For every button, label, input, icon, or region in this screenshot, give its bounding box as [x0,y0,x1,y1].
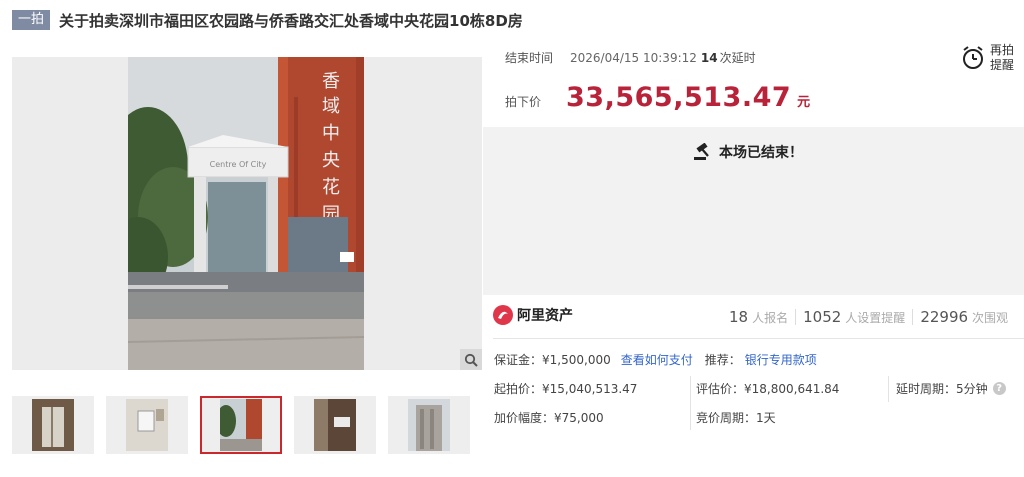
divider [493,338,1024,339]
alarm-clock-icon [963,46,983,69]
appraisal-label: 评估价： [696,382,745,396]
delay-label: 延时周期： [896,382,957,396]
auction-ended-message: 本场已结束！ [693,142,803,162]
price-unit: 元 [797,95,811,110]
how-to-pay-link[interactable]: 查看如何支付 [621,351,693,368]
views-stat: 22996 次围观 [913,308,1015,326]
divider [888,376,889,402]
reauction-remind-button[interactable]: 再拍提醒 [961,40,1021,76]
final-price-row: 拍下价 33,565,513.47 元 [505,82,810,113]
deposit-value: ¥1,500,000 [542,352,611,367]
svg-text:央: 央 [322,150,340,171]
end-time-label: 结束时间 [505,51,554,65]
divider [690,376,691,430]
deposit-label: 保证金： [494,353,543,367]
registrations-count: 18 [729,308,749,326]
bank-loan-link[interactable]: 银行专用款项 [745,351,817,368]
reminders-label: 人设置提醒 [845,311,906,325]
thumbnail-notice-image [125,399,168,451]
views-count: 22996 [920,308,969,326]
zoom-button[interactable] [460,349,482,370]
thumbnail-4[interactable] [294,396,377,454]
gavel-icon [694,143,709,160]
increment-cell: 加价幅度： ¥75,000 [494,409,604,426]
building-name-sign: 香 [322,71,340,92]
final-price-label: 拍下价 [505,95,542,109]
thumbnail-strip [12,396,482,454]
page-title: 关于拍卖深圳市福田区农园路与侨香路交汇处香域中央花园10栋8D房 [59,11,523,30]
main-photo[interactable]: 香 域 中 央 花 园 Centre Of City [12,57,482,370]
start-price-value: ¥15,040,513.47 [542,381,638,396]
brand-logo[interactable]: 阿里资产 [493,305,573,325]
thumbnail-door-image [31,399,74,451]
thumbnail-building-image [220,399,262,451]
thumbnail-5[interactable] [388,396,471,454]
auction-status-panel: 本场已结束！ [483,127,1024,295]
delay-cell: 延时周期： 5分钟 ? [896,380,1006,397]
building-photo: 香 域 中 央 花 园 Centre Of City [128,57,364,370]
registrations-stat: 18 人报名 [722,308,795,326]
views-label: 次围观 [972,311,1009,325]
appraisal-value: ¥18,800,641.84 [744,381,840,396]
svg-text:花: 花 [322,177,340,198]
appraisal-cell: 评估价： ¥18,800,641.84 [696,380,839,397]
reminders-stat: 1052 人设置提醒 [796,308,912,326]
bid-cycle-cell: 竞价周期： 1天 [696,409,776,426]
thumbnail-3-active[interactable] [199,396,283,454]
brand-name: 阿里资产 [517,308,573,324]
start-price-cell: 起拍价： ¥15,040,513.47 [494,380,637,397]
extension-count: 14 [700,50,718,65]
deposit-row: 保证金： ¥1,500,000 查看如何支付 推荐： 银行专用款项 [494,351,817,368]
ended-text: 本场已结束！ [719,145,803,161]
title-row: 一拍 关于拍卖深圳市福田区农园路与侨香路交汇处香域中央花园10栋8D房 [12,9,523,31]
magnifier-icon [464,353,478,367]
end-time-row: 结束时间 2026/04/15 10:39:12 14 次延时 [505,49,756,66]
svg-text:Centre Of City: Centre Of City [210,160,267,169]
thumbnail-2[interactable] [105,396,188,454]
end-time-value: 2026/04/15 10:39:12 [570,50,697,65]
recommend-label: 推荐： [704,353,741,367]
delay-value: 5分钟 [956,382,988,396]
thumbnail-1[interactable] [12,396,94,454]
svg-text:中: 中 [322,123,340,144]
reminders-count: 1052 [803,308,842,326]
thumbnail-tower-image [408,399,451,451]
start-price-label: 起拍价： [494,382,543,396]
increment-label: 加价幅度： [494,411,555,425]
auction-round-badge: 一拍 [12,10,51,30]
thumbnail-doorplate-image [314,399,357,451]
increment-value: ¥75,000 [554,410,604,425]
auction-stats: 18 人报名 1052 人设置提醒 22996 次围观 [722,308,1015,326]
ali-assets-logo-icon [493,305,513,325]
remind-label: 再拍提醒 [990,43,1015,72]
svg-text:域: 域 [322,96,340,117]
final-price-value: 33,565,513.47 [566,82,792,113]
bid-cycle-label: 竞价周期： [696,411,757,425]
bid-cycle-value: 1天 [756,411,776,425]
extension-label: 次延时 [719,51,756,65]
help-icon[interactable]: ? [992,382,1006,395]
registrations-label: 人报名 [752,311,789,325]
